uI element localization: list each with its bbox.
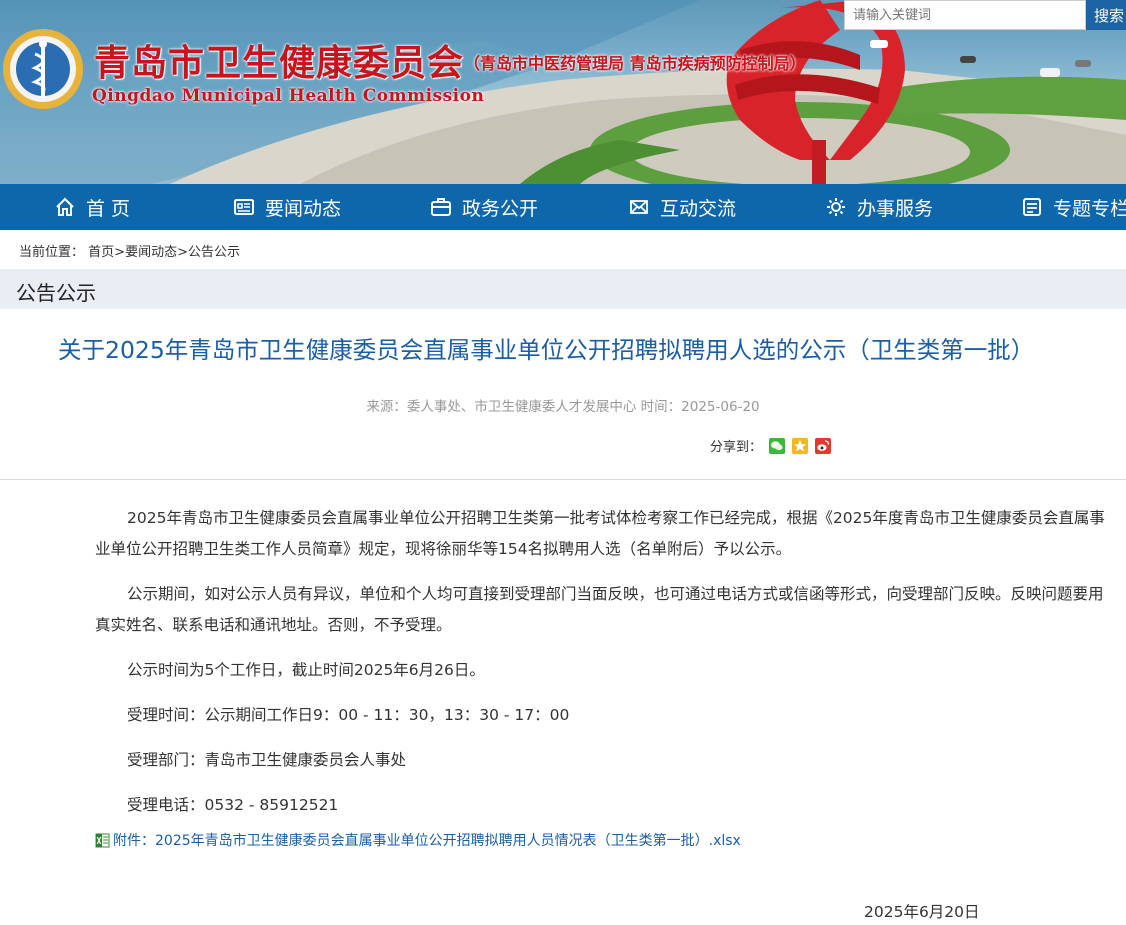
nav-item-interact[interactable]: 互动交流	[628, 184, 736, 230]
nav-item-home[interactable]: 首 页	[54, 184, 130, 230]
interact-icon	[630, 200, 648, 214]
article-paragraph: 受理电话：0532 - 85912521	[127, 796, 339, 814]
nav-label: 要闻动态	[265, 197, 342, 220]
breadcrumb-news[interactable]: 要闻动态	[125, 245, 177, 260]
search-box: 搜索	[844, 0, 1126, 30]
section-title: 公告公示	[16, 281, 96, 305]
home-icon	[56, 197, 74, 216]
search-input[interactable]	[844, 0, 1086, 30]
breadcrumb-separator: >	[114, 245, 126, 260]
share-label: 分享到：	[710, 440, 763, 455]
nav-item-column[interactable]: 专题专栏	[1021, 184, 1126, 230]
excel-file-icon	[95, 833, 110, 847]
article-paragraph: 受理时间：公示期间工作日9：00 - 11：30，13：30 - 17：00	[127, 706, 570, 724]
search-button[interactable]: 搜索	[1086, 0, 1126, 30]
service-icon	[827, 198, 845, 216]
column-icon	[1023, 198, 1041, 216]
nav-label: 首 页	[86, 197, 131, 220]
breadcrumb-notices[interactable]: 公告公示	[188, 245, 240, 260]
nav-item-government[interactable]: 政务公开	[430, 184, 538, 230]
article-title: 关于2025年青岛市卫生健康委员会直属事业单位公开招聘拟聘用人选的公示（卫生类第…	[58, 336, 1035, 364]
news-icon	[234, 199, 254, 215]
attachment-label: 附件：2025年青岛市卫生健康委员会直属事业单位公开招聘拟聘用人员情况表（卫生类…	[113, 833, 741, 849]
article-meta: 来源：委人事处、市卫生健康委人才发展中心 时间：2025-06-20	[366, 399, 760, 415]
article-body: 2025年青岛市卫生健康委员会直属事业单位公开招聘卫生类第一批考试体检考察工作已…	[95, 503, 1105, 835]
attachment-link[interactable]: 附件：2025年青岛市卫生健康委员会直属事业单位公开招聘拟聘用人员情况表（卫生类…	[95, 830, 741, 850]
nav-label: 互动交流	[660, 197, 737, 220]
header-banner: 青岛市卫生健康委员会 （青岛市中医药管理局 青岛市疾病预防控制局） Qingda…	[0, 0, 1126, 184]
site-title: 青岛市卫生健康委员会	[94, 42, 465, 84]
breadcrumb: 当前位置： 首页>要闻动态>公告公示	[19, 241, 240, 260]
nav-label: 专题专栏	[1053, 197, 1126, 220]
breadcrumb-separator: >	[177, 245, 188, 260]
briefcase-icon	[431, 198, 451, 216]
share-bar: 分享到：	[710, 436, 832, 455]
article-paragraph: 2025年青岛市卫生健康委员会直属事业单位公开招聘卫生类第一批考试体检考察工作已…	[95, 509, 1105, 558]
qzone-share-icon[interactable]	[792, 437, 809, 454]
site-english-name: Qingdao Municipal Health Commission	[92, 86, 485, 106]
nav-label: 政务公开	[462, 197, 539, 220]
nav-label: 办事服务	[857, 197, 934, 220]
commission-logo	[3, 29, 83, 109]
nav-item-service[interactable]: 办事服务	[825, 184, 933, 230]
signature-date: 2025年6月20日	[864, 903, 980, 921]
article-paragraph: 公示时间为5个工作日，截止时间2025年6月26日。	[127, 661, 485, 679]
nav-item-news[interactable]: 要闻动态	[233, 184, 341, 230]
wechat-share-icon[interactable]	[769, 437, 786, 454]
weibo-share-icon[interactable]	[815, 437, 832, 454]
breadcrumb-home[interactable]: 首页	[88, 245, 114, 260]
main-nav: 首 页 要闻动态 政务公开 互动交流 办事服务 专题专栏	[0, 184, 1126, 230]
article-paragraph: 受理部门：青岛市卫生健康委员会人事处	[127, 751, 407, 769]
site-subtitle: （青岛市中医药管理局 青岛市疾病预防控制局）	[464, 54, 806, 73]
article-paragraph: 公示期间，如对公示人员有异议，单位和个人均可直接到受理部门当面反映，也可通过电话…	[95, 585, 1104, 634]
section-header: 公告公示	[0, 269, 1126, 309]
breadcrumb-prefix: 当前位置：	[19, 245, 85, 260]
divider	[0, 479, 1126, 480]
